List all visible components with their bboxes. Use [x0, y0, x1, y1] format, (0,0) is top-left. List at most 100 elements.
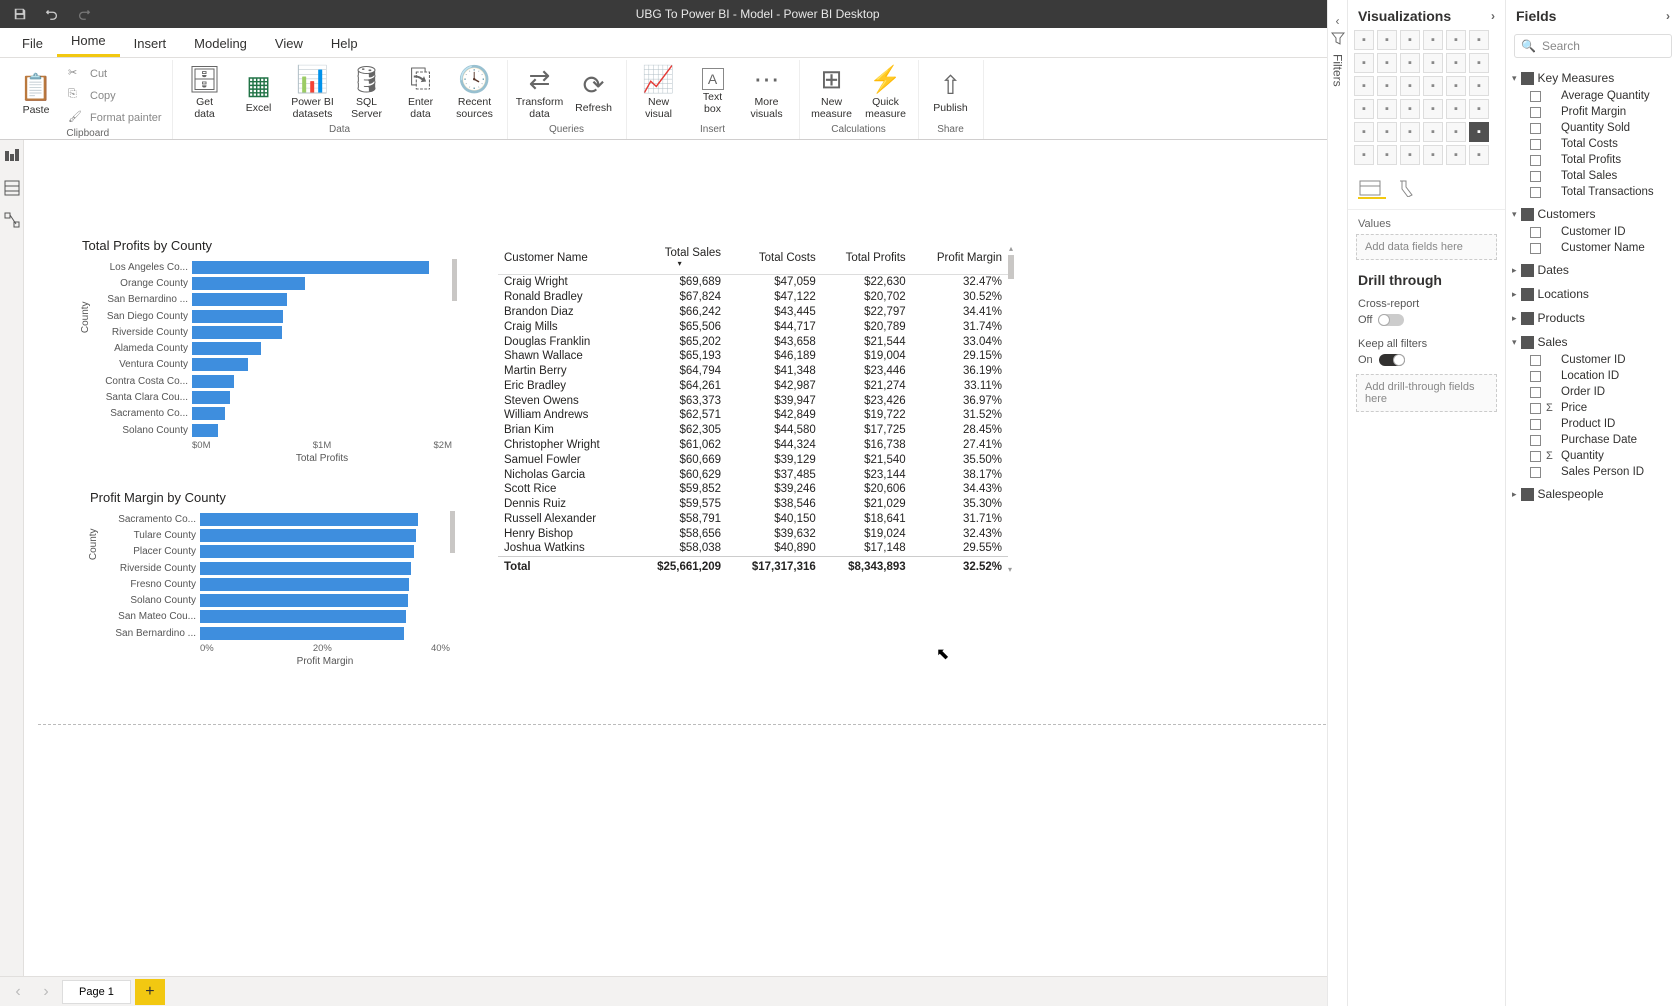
- bar[interactable]: [200, 513, 418, 526]
- scroll-down-icon[interactable]: ▾: [1008, 565, 1012, 574]
- cut-button[interactable]: ✂Cut: [64, 64, 166, 84]
- copy-button[interactable]: ⎘Copy: [64, 86, 166, 106]
- scroll-up-icon[interactable]: ▴: [1008, 244, 1014, 253]
- values-well[interactable]: Add data fields here: [1356, 234, 1497, 260]
- report-view-icon[interactable]: [2, 146, 22, 166]
- table-row[interactable]: Ronald Bradley$67,824$47,122$20,70230.52…: [498, 290, 1008, 305]
- cross-report-toggle[interactable]: [1378, 314, 1404, 326]
- viz-type-icon[interactable]: ▪: [1469, 145, 1489, 165]
- tab-insert[interactable]: Insert: [120, 30, 181, 57]
- viz-type-icon[interactable]: ▪: [1423, 145, 1443, 165]
- recent-sources-button[interactable]: 🕓Recent sources: [449, 60, 501, 124]
- transform-data-button[interactable]: ⇄Transform data: [514, 60, 566, 124]
- paste-button[interactable]: 📋 Paste: [10, 62, 62, 126]
- bar[interactable]: [200, 578, 409, 591]
- bar[interactable]: [192, 310, 283, 323]
- bar-chart-margin[interactable]: Profit Margin by County County Sacrament…: [90, 490, 450, 667]
- field-item[interactable]: ΣQuantity: [1512, 448, 1674, 464]
- table-row[interactable]: Martin Berry$64,794$41,348$23,44636.19%: [498, 364, 1008, 379]
- field-item[interactable]: Customer ID: [1512, 224, 1674, 240]
- table-row[interactable]: Henry Bishop$58,656$39,632$19,02432.43%: [498, 526, 1008, 541]
- viz-type-icon[interactable]: ▪: [1354, 145, 1374, 165]
- excel-button[interactable]: ▦Excel: [233, 60, 285, 124]
- chart-scrollbar[interactable]: [452, 259, 457, 301]
- bar[interactable]: [192, 261, 429, 274]
- bar[interactable]: [192, 358, 248, 371]
- field-item[interactable]: Product ID: [1512, 416, 1674, 432]
- field-item[interactable]: Customer ID: [1512, 352, 1674, 368]
- bar[interactable]: [192, 277, 305, 290]
- field-item[interactable]: Total Costs: [1512, 140, 1674, 152]
- field-table-header[interactable]: ▾Sales: [1512, 332, 1674, 352]
- column-header[interactable]: Customer Name: [498, 244, 632, 275]
- page-prev-icon[interactable]: ‹: [6, 981, 30, 1003]
- page-tab-1[interactable]: Page 1: [62, 980, 131, 1004]
- field-item[interactable]: Total Profits: [1512, 152, 1674, 168]
- save-icon[interactable]: [10, 4, 30, 24]
- tab-file[interactable]: File: [8, 30, 57, 57]
- table-row[interactable]: Dennis Ruiz$59,575$38,546$21,02935.30%: [498, 497, 1008, 512]
- table-row[interactable]: Christopher Wright$61,062$44,324$16,7382…: [498, 438, 1008, 453]
- table-row[interactable]: William Andrews$62,571$42,849$19,72231.5…: [498, 408, 1008, 423]
- viz-type-icon[interactable]: ▪: [1400, 145, 1420, 165]
- enter-data-button[interactable]: ⎘Enter data: [395, 60, 447, 124]
- field-table-header[interactable]: ▸Salespeople: [1512, 484, 1674, 504]
- column-header[interactable]: Total Sales▾: [632, 244, 727, 275]
- tab-home[interactable]: Home: [57, 27, 120, 57]
- viz-type-icon[interactable]: ▪: [1446, 140, 1466, 142]
- table-row[interactable]: Samuel Fowler$60,669$39,129$21,54035.50%: [498, 452, 1008, 467]
- field-item[interactable]: ΣPrice: [1512, 400, 1674, 416]
- scrollbar-thumb[interactable]: [1008, 255, 1014, 279]
- table-row[interactable]: Eric Bradley$64,261$42,987$21,27433.11%: [498, 378, 1008, 393]
- bar[interactable]: [200, 594, 408, 607]
- viz-type-icon[interactable]: ▪: [1377, 140, 1397, 142]
- publish-button[interactable]: ⇧Publish: [925, 60, 977, 124]
- viz-type-icon[interactable]: ▪: [1446, 145, 1466, 165]
- bar[interactable]: [200, 627, 404, 640]
- table-row[interactable]: Brandon Diaz$66,242$43,445$22,79734.41%: [498, 305, 1008, 320]
- table-row[interactable]: Nicholas Garcia$60,629$37,485$23,14438.1…: [498, 467, 1008, 482]
- keep-filters-toggle[interactable]: [1379, 354, 1405, 366]
- table-row[interactable]: Shawn Wallace$65,193$46,189$19,00429.15%: [498, 349, 1008, 364]
- add-page-button[interactable]: +: [135, 979, 165, 1005]
- undo-icon[interactable]: [42, 4, 62, 24]
- table-row[interactable]: Craig Mills$65,506$44,717$20,78931.74%: [498, 319, 1008, 334]
- viz-type-icon[interactable]: ▪: [1354, 140, 1374, 142]
- table-row[interactable]: Craig Wright$69,689$47,059$22,63032.47%: [498, 275, 1008, 290]
- format-painter-button[interactable]: 🖌Format painter: [64, 108, 166, 128]
- chart-scrollbar[interactable]: [450, 511, 455, 553]
- table-row[interactable]: Scott Rice$59,852$39,246$20,60634.43%: [498, 482, 1008, 497]
- bar[interactable]: [192, 407, 225, 420]
- bar[interactable]: [200, 545, 414, 558]
- column-header[interactable]: Total Costs: [727, 244, 822, 275]
- field-item[interactable]: Total Transactions: [1512, 184, 1674, 200]
- field-table-header[interactable]: ▾Customers: [1512, 204, 1674, 224]
- table-row[interactable]: Steven Owens$63,373$39,947$23,42636.97%: [498, 393, 1008, 408]
- model-view-icon[interactable]: [2, 210, 22, 230]
- table-row[interactable]: Russell Alexander$58,791$40,150$18,64131…: [498, 512, 1008, 527]
- field-item[interactable]: Order ID: [1512, 384, 1674, 400]
- format-tab-icon[interactable]: [1396, 179, 1424, 199]
- table-row[interactable]: Brian Kim$62,305$44,580$17,72528.45%: [498, 423, 1008, 438]
- bar[interactable]: [192, 326, 282, 339]
- sql-server-button[interactable]: 🛢SQL Server: [341, 60, 393, 124]
- bar[interactable]: [192, 375, 234, 388]
- viz-type-icon[interactable]: ▪: [1377, 145, 1397, 165]
- viz-type-icon[interactable]: ▪: [1469, 140, 1489, 142]
- more-visuals-button[interactable]: ⋯More visuals: [741, 60, 793, 124]
- table-visual[interactable]: Customer NameTotal Sales▾Total CostsTota…: [498, 244, 1008, 574]
- bar[interactable]: [192, 424, 218, 437]
- field-table-header[interactable]: ▸Products: [1512, 308, 1674, 328]
- refresh-button[interactable]: ⟳Refresh: [568, 60, 620, 124]
- data-view-icon[interactable]: [2, 178, 22, 198]
- field-item[interactable]: Total Sales: [1512, 168, 1674, 184]
- bar-chart-profits[interactable]: Total Profits by County County Los Angel…: [82, 238, 452, 464]
- column-header[interactable]: Profit Margin: [912, 244, 1008, 275]
- redo-icon[interactable]: [74, 4, 94, 24]
- viz-type-icon[interactable]: ▪: [1400, 140, 1420, 142]
- drillthrough-well[interactable]: Add drill-through fields here: [1356, 374, 1497, 412]
- bar[interactable]: [192, 391, 230, 404]
- bar[interactable]: [192, 342, 261, 355]
- field-item[interactable]: Sales Person ID: [1512, 464, 1674, 480]
- tab-view[interactable]: View: [261, 30, 317, 57]
